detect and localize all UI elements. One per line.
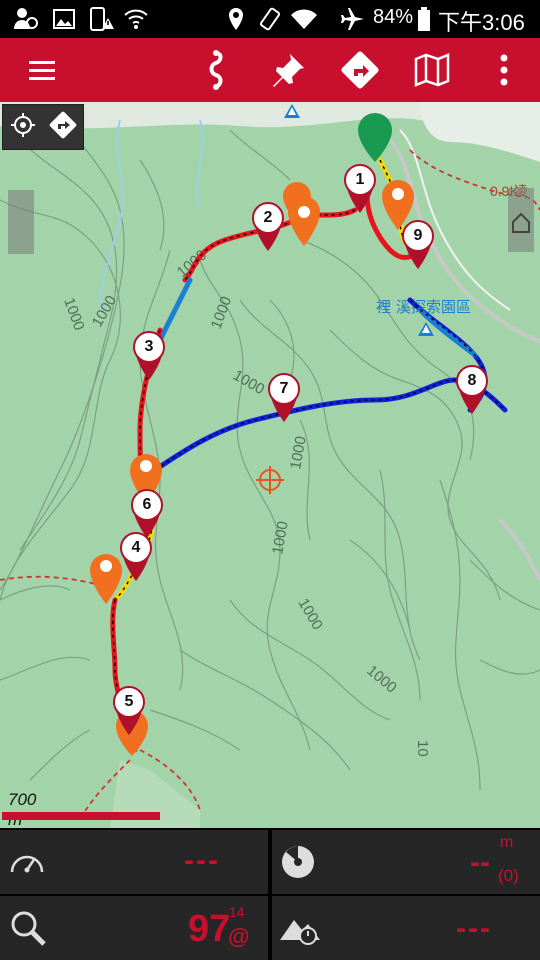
rotate-icon <box>259 7 281 31</box>
place-label: 溪探索園區 <box>396 299 471 316</box>
map-layers-button[interactable] <box>408 46 456 94</box>
waypoint-number: 4 <box>131 539 141 556</box>
app-toolbar <box>0 38 540 102</box>
menu-icon <box>29 61 55 80</box>
phone-alert-icon <box>90 7 114 31</box>
home-icon <box>512 212 530 233</box>
waypoint-number: 1 <box>355 171 365 188</box>
airplane-icon <box>341 8 364 30</box>
pin-button[interactable] <box>264 46 312 94</box>
speed-cell[interactable]: --- <box>0 830 268 894</box>
speedometer-icon <box>10 855 44 873</box>
accuracy-cell[interactable]: 97 14 @ <box>0 896 268 960</box>
waypoint-marker[interactable]: 9 <box>401 219 435 271</box>
speed-value: --- <box>184 844 220 877</box>
place-label: 裡 <box>376 299 391 316</box>
directions-button[interactable] <box>336 46 384 94</box>
distance-sub: (0) <box>498 866 519 885</box>
scale-label: 700 m <box>8 790 37 829</box>
waypoint-number: 9 <box>413 227 423 244</box>
accuracy-super: 14 <box>229 904 245 920</box>
wifi-icon <box>291 9 317 29</box>
waypoint-marker[interactable]: 5 <box>112 685 146 737</box>
elevation-value: --- <box>456 912 492 945</box>
contour-label: 10 <box>414 740 431 757</box>
magnifier-icon <box>11 911 46 946</box>
locate-button[interactable] <box>9 111 37 144</box>
pin-icon <box>273 54 304 87</box>
clock: 下午3:06 <box>438 10 525 35</box>
directions-icon <box>341 51 379 89</box>
waypoint-marker[interactable]: 7 <box>267 372 301 424</box>
waypoint-marker[interactable]: 8 <box>455 364 489 416</box>
dashboard: --- -- m (0) 97 14 @ --- <box>0 828 540 960</box>
waypoint-number: 6 <box>142 496 152 513</box>
battery-icon <box>418 7 430 31</box>
more-button[interactable] <box>480 46 528 94</box>
distance-unit: m <box>500 834 514 851</box>
wifi-signal-icon <box>124 9 148 29</box>
image-icon <box>53 9 75 29</box>
waypoint-marker[interactable]: 1 <box>343 163 377 215</box>
map-icon <box>414 53 450 87</box>
navigate-button[interactable] <box>48 110 78 145</box>
directions-icon <box>49 111 76 138</box>
accuracy-suffix: @ <box>228 924 250 949</box>
mountain-icon <box>280 920 320 945</box>
radar-icon <box>282 846 314 878</box>
waypoint-marker[interactable]: 3 <box>132 330 166 382</box>
menu-button[interactable] <box>18 46 66 94</box>
waypoint-marker[interactable]: 2 <box>251 201 285 253</box>
right-panel-handle[interactable] <box>508 188 534 252</box>
accessibility-icon <box>14 8 38 29</box>
location-icon <box>229 8 243 30</box>
route-icon <box>209 50 223 90</box>
waypoint-number: 7 <box>279 380 289 397</box>
map-controls <box>2 104 84 150</box>
route-button[interactable] <box>192 46 240 94</box>
status-bar: 84% 下午3:06 <box>0 0 540 38</box>
topo-map[interactable]: 1000 1000 1000 1000 1000 1000 1000 1000 … <box>0 102 540 828</box>
distance-value: -- <box>470 846 490 879</box>
elevation-cell[interactable]: --- <box>272 896 540 960</box>
distance-cell[interactable]: -- m (0) <box>272 830 540 894</box>
left-panel-handle[interactable] <box>8 190 34 254</box>
scale-bar <box>2 812 160 820</box>
accuracy-value: 97 <box>188 908 231 950</box>
battery-percent: 84% <box>373 6 414 28</box>
locate-icon <box>10 112 35 137</box>
waypoint-number: 3 <box>144 338 154 355</box>
waypoint-number: 8 <box>467 372 477 389</box>
waypoint-number: 5 <box>124 693 134 710</box>
more-vert-icon <box>500 54 508 86</box>
waypoint-number: 2 <box>263 209 273 226</box>
waypoint-marker[interactable]: 6 <box>130 488 164 540</box>
